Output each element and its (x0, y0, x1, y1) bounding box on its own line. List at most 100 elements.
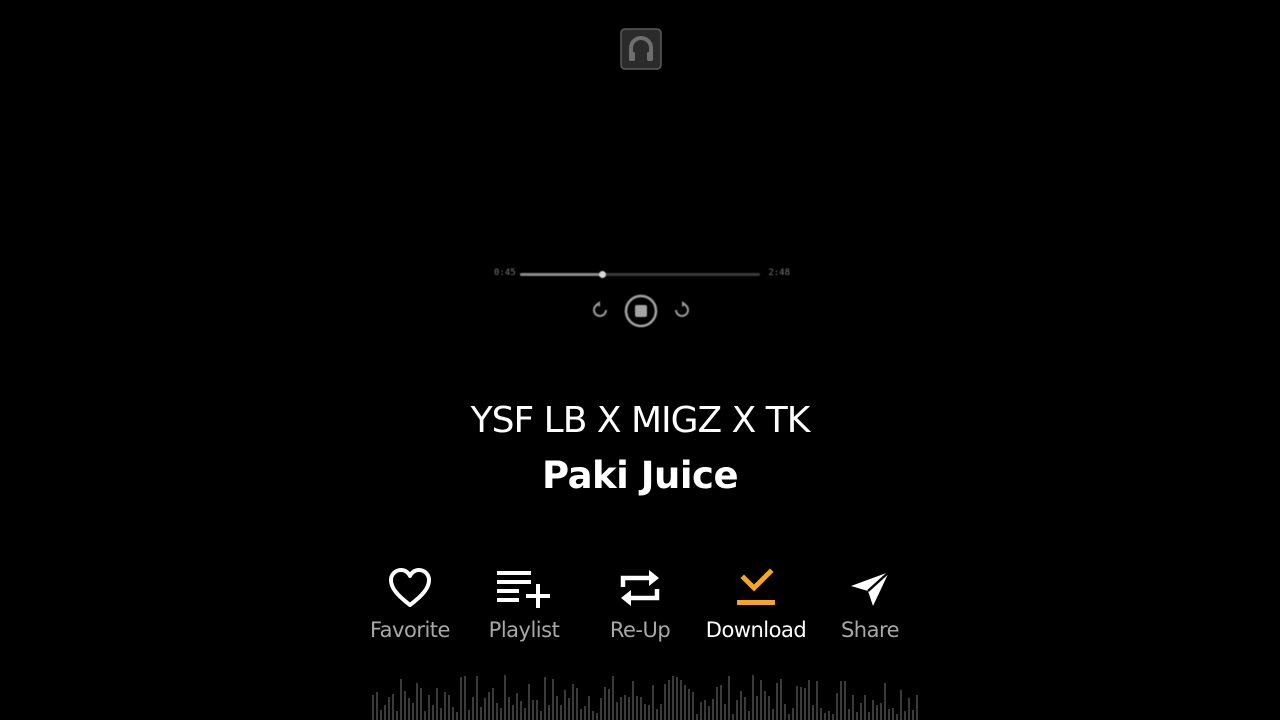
waveform-bar (748, 711, 750, 720)
waveform-bar (612, 676, 614, 720)
waveform-bar (780, 679, 782, 720)
waveform-bar (520, 701, 522, 720)
pause-icon[interactable] (624, 294, 658, 328)
waveform-bar (440, 708, 442, 720)
waveform-bar (624, 695, 626, 720)
waveform-bar (812, 705, 814, 720)
waveform-bar (480, 707, 482, 720)
progress-fill (520, 273, 602, 276)
waveform-bar (384, 705, 386, 720)
playlist-add-icon (497, 571, 550, 608)
waveform-bar (424, 711, 426, 720)
waveform-bar (840, 681, 842, 720)
waveform-bar (756, 696, 758, 720)
progress-bar[interactable] (520, 271, 760, 278)
waveform-bar (396, 711, 398, 720)
favorite-label: Favorite (370, 618, 450, 642)
waveform-bar (448, 695, 450, 720)
waveform-bar (556, 696, 558, 720)
waveform-bar (452, 707, 454, 720)
waveform-bar (804, 688, 806, 720)
waveform-bar (596, 713, 598, 720)
artist-name: YSF LB X MIGZ X TK (470, 400, 811, 441)
waveform-bar (696, 714, 698, 720)
waveform-bar (560, 705, 562, 720)
waveform-bar (700, 702, 702, 720)
waveform-bar (456, 712, 458, 720)
waveform-bar (616, 702, 618, 720)
headphones-logo-icon (620, 28, 662, 70)
waveform-bar (540, 711, 542, 720)
waveform-bar (664, 684, 666, 720)
waveform-bar (504, 675, 506, 720)
waveform-bar (688, 689, 690, 720)
waveform-bar (580, 709, 582, 720)
waveform-bar (648, 705, 650, 720)
waveform-bar (808, 680, 810, 720)
waveform-bar (388, 697, 390, 720)
waveform-bar (832, 714, 834, 720)
waveform-bar (468, 710, 470, 720)
waveform-bar (824, 713, 826, 720)
waveform-bar (404, 691, 406, 720)
waveform-bar (860, 703, 862, 720)
waveform-bar (524, 708, 526, 720)
waveform-bar (768, 696, 770, 720)
waveform-bar (708, 706, 710, 720)
favorite-button[interactable]: Favorite (355, 566, 465, 650)
reup-button[interactable]: Re-Up (585, 566, 695, 650)
waveform-bar (500, 708, 502, 720)
waveform-bar (816, 681, 818, 720)
waveform-bar (416, 683, 418, 720)
waveform-bar (712, 699, 714, 720)
rewind-icon[interactable] (590, 300, 610, 320)
waveform-bar (776, 683, 778, 720)
waveform-bar (652, 685, 654, 720)
progress-thumb[interactable] (598, 271, 606, 278)
waveform-bar (536, 700, 538, 720)
share-label: Share (840, 618, 900, 642)
waveform-bar (904, 711, 906, 720)
waveform-bar (680, 680, 682, 720)
waveform-bar (852, 695, 854, 720)
waveform-bar (724, 704, 726, 720)
waveform-bar (552, 679, 554, 720)
waveform-bar (912, 710, 914, 720)
download-button[interactable]: Download (701, 566, 811, 650)
waveform-bar (676, 677, 678, 720)
waveform-bar (720, 685, 722, 720)
waveform-bar (792, 708, 794, 720)
waveform-bar (484, 698, 486, 720)
waveform-bar (836, 693, 838, 720)
share-button[interactable]: Share (815, 566, 925, 650)
waveform-bar (380, 710, 382, 720)
waveform-bar (492, 688, 494, 720)
waveform-bar (476, 676, 478, 720)
waveform-bar (576, 688, 578, 720)
waveform-bar (432, 705, 434, 720)
forward-icon[interactable] (672, 300, 692, 320)
waveform-bar (692, 692, 694, 720)
heart-icon (389, 568, 431, 607)
waveform-bar (408, 698, 410, 720)
waveform-bar (872, 700, 874, 720)
waveform-bar (532, 700, 534, 720)
waveform-bar (392, 694, 394, 720)
download-label: Download (705, 618, 807, 642)
waveform-bar (896, 714, 898, 720)
playlist-button[interactable]: Playlist (469, 566, 579, 650)
waveform-bar (636, 696, 638, 720)
waveform-bar (672, 676, 674, 720)
waveform-bar (420, 688, 422, 720)
waveform-bar (856, 712, 858, 720)
waveform-bar (564, 690, 566, 720)
waveform-bar (740, 691, 742, 720)
repeat-icon (620, 570, 660, 606)
waveform-bar (592, 711, 594, 720)
waveform-bar (796, 686, 798, 720)
waveform-bar (876, 705, 878, 720)
waveform-bar (488, 692, 490, 720)
waveform-bar (864, 695, 866, 720)
song-title: Paki Juice (541, 454, 739, 497)
audio-waveform (372, 675, 918, 720)
